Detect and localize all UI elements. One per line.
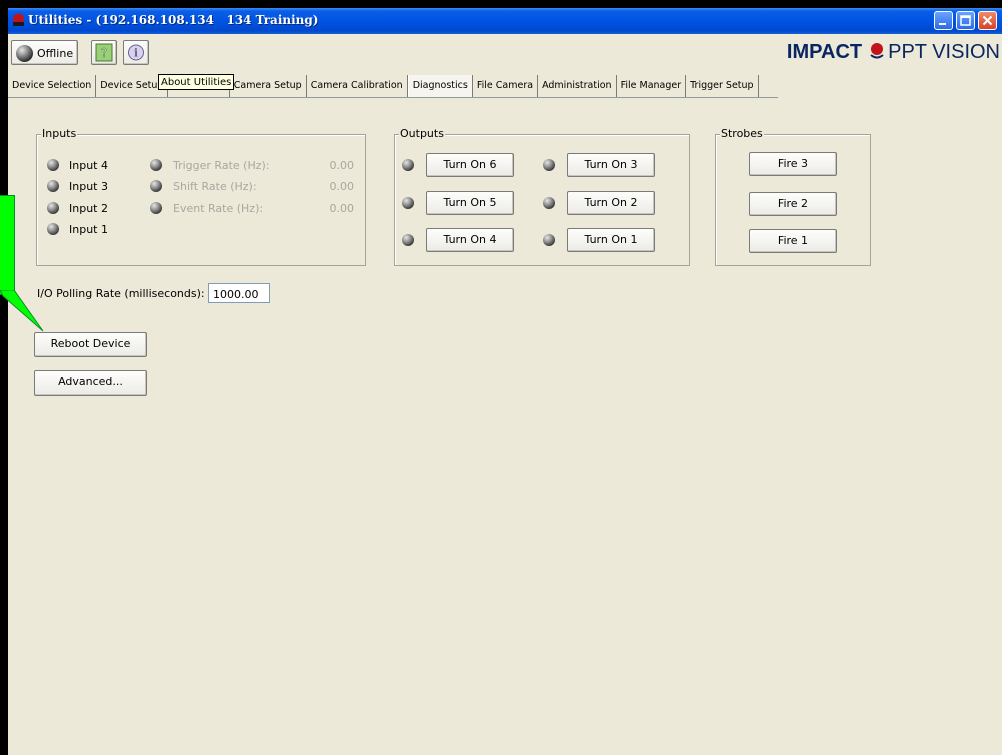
output-4-led-icon — [402, 234, 414, 246]
tab-diagnostics[interactable]: Diagnostics — [407, 75, 473, 97]
toolbar: Offline ? i IMPACT PPT VISION — [8, 34, 1002, 74]
fire-1-button[interactable]: Fire 1 — [749, 229, 837, 253]
reboot-device-button[interactable]: Reboot Device — [34, 332, 147, 357]
input-3-led-icon — [47, 180, 59, 192]
fire-3-button[interactable]: Fire 3 — [749, 152, 837, 176]
tab-device-selection[interactable]: Device Selection — [8, 75, 97, 97]
turn-on-1-button[interactable]: Turn On 1 — [567, 228, 655, 252]
utilities-window: Utilities - (192.168.108.134 134 Trainin… — [8, 8, 1002, 755]
input-2-label: Input 2 — [69, 202, 108, 215]
close-button[interactable] — [978, 11, 997, 30]
input-2-led-icon — [47, 202, 59, 214]
tab-bar: Device Selection Device Setup Log Viewer… — [8, 75, 778, 98]
outputs-title: Outputs — [399, 127, 445, 140]
brand-ppt-vision: PPT VISION — [888, 41, 1000, 63]
callout-marker — [0, 195, 15, 295]
ppt-logo-icon — [870, 43, 884, 59]
help-button[interactable]: ? — [91, 40, 117, 65]
callout-pointer — [0, 290, 44, 332]
app-icon — [13, 13, 24, 26]
window-title: Utilities - (192.168.108.134 134 Trainin… — [28, 13, 319, 27]
svg-text:i: i — [134, 47, 138, 60]
tab-trigger-setup[interactable]: Trigger Setup — [686, 75, 759, 97]
inputs-title: Inputs — [41, 127, 78, 140]
output-5-led-icon — [402, 197, 414, 209]
shift-rate-label: Shift Rate (Hz): — [173, 180, 257, 193]
about-button[interactable]: i — [123, 40, 149, 65]
event-rate-led-icon — [150, 202, 162, 214]
info-icon: i — [128, 44, 144, 61]
input-3-label: Input 3 — [69, 180, 108, 193]
minimize-button[interactable] — [934, 11, 953, 30]
tab-camera-setup[interactable]: Camera Setup — [230, 75, 307, 97]
tab-file-camera[interactable]: File Camera — [473, 75, 539, 97]
output-1-led-icon — [543, 234, 555, 246]
advanced-button[interactable]: Advanced... — [34, 370, 147, 396]
brand-impact: IMPACT — [786, 41, 863, 63]
event-rate-label: Event Rate (Hz): — [173, 202, 264, 215]
about-tooltip: About Utilities — [158, 74, 235, 90]
output-3-led-icon — [543, 159, 555, 171]
tab-file-manager[interactable]: File Manager — [617, 75, 687, 97]
brand-logo: IMPACT PPT VISION — [787, 41, 1000, 65]
turn-on-3-button[interactable]: Turn On 3 — [567, 153, 655, 177]
trigger-rate-label: Trigger Rate (Hz): — [173, 159, 270, 172]
title-bar[interactable]: Utilities - (192.168.108.134 134 Trainin… — [8, 8, 1002, 34]
turn-on-6-button[interactable]: Turn On 6 — [426, 153, 514, 177]
offline-button[interactable]: Offline — [11, 40, 78, 65]
input-1-label: Input 1 — [69, 223, 108, 236]
output-2-led-icon — [543, 197, 555, 209]
polling-rate-field[interactable] — [208, 283, 270, 303]
fire-2-button[interactable]: Fire 2 — [749, 192, 837, 216]
offline-label: Offline — [37, 47, 74, 60]
inputs-group: Inputs — [36, 127, 366, 266]
event-rate-value: 0.00 — [329, 202, 355, 215]
trigger-rate-led-icon — [150, 159, 162, 171]
help-icon: ? — [95, 43, 113, 62]
shift-rate-value: 0.00 — [329, 180, 355, 193]
strobes-title: Strobes — [720, 127, 764, 140]
turn-on-5-button[interactable]: Turn On 5 — [426, 191, 514, 215]
status-ball-icon — [16, 45, 33, 62]
turn-on-4-button[interactable]: Turn On 4 — [426, 228, 514, 252]
polling-rate-label: I/O Polling Rate (milliseconds): — [37, 287, 205, 300]
shift-rate-led-icon — [150, 180, 162, 192]
turn-on-2-button[interactable]: Turn On 2 — [567, 191, 655, 215]
svg-text:?: ? — [101, 46, 107, 60]
input-4-led-icon — [47, 159, 59, 171]
input-1-led-icon — [47, 223, 59, 235]
output-6-led-icon — [402, 159, 414, 171]
maximize-button[interactable] — [956, 11, 975, 30]
input-4-label: Input 4 — [69, 159, 108, 172]
tab-camera-calibration[interactable]: Camera Calibration — [307, 75, 408, 97]
trigger-rate-value: 0.00 — [329, 159, 355, 172]
tab-administration[interactable]: Administration — [538, 75, 617, 97]
